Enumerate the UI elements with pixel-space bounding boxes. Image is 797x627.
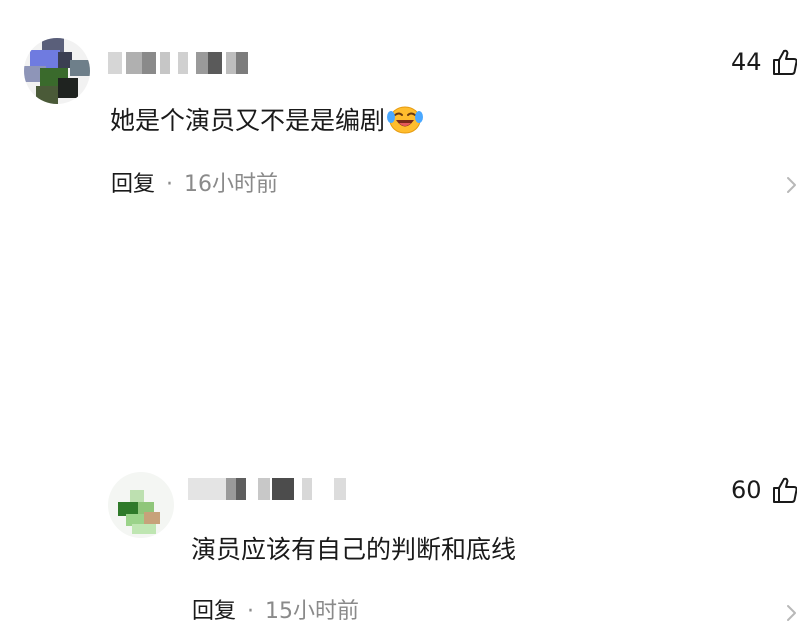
comment-text-content: 她是个演员又不是是编剧 xyxy=(110,106,386,135)
timestamp: 15小时前 xyxy=(265,599,360,624)
thumbs-up-icon[interactable] xyxy=(772,48,797,76)
thumbs-up-icon[interactable] xyxy=(772,476,797,504)
timestamp: 16小时前 xyxy=(184,172,279,197)
like-count: 44 xyxy=(731,48,762,76)
avatar[interactable] xyxy=(24,38,90,104)
meta-separator: · xyxy=(247,599,255,624)
comment-meta: 回复 · 15小时前 xyxy=(192,597,359,627)
like-count: 60 xyxy=(731,476,762,504)
chevron-right-icon[interactable] xyxy=(786,604,797,626)
meta-separator: · xyxy=(166,172,174,197)
comment-item: 她是个演员又不是是编剧 回复 · 16小时前 44 xyxy=(0,0,797,220)
comment-text: 演员应该有自己的判断和底线 xyxy=(191,535,517,564)
comment-text: 她是个演员又不是是编剧 xyxy=(110,103,424,145)
like-button[interactable]: 44 xyxy=(731,48,797,76)
avatar[interactable] xyxy=(108,472,174,538)
reply-button[interactable]: 回复 xyxy=(192,599,236,624)
laughing-crying-emoji-icon xyxy=(387,103,424,145)
chevron-right-icon[interactable] xyxy=(786,176,797,198)
reply-comment-item: 演员应该有自己的判断和底线 回复 · 15小时前 60 xyxy=(0,220,797,624)
reply-button[interactable]: 回复 xyxy=(111,172,155,197)
like-button[interactable]: 60 xyxy=(731,476,797,504)
comment-meta: 回复 · 16小时前 xyxy=(111,170,278,200)
